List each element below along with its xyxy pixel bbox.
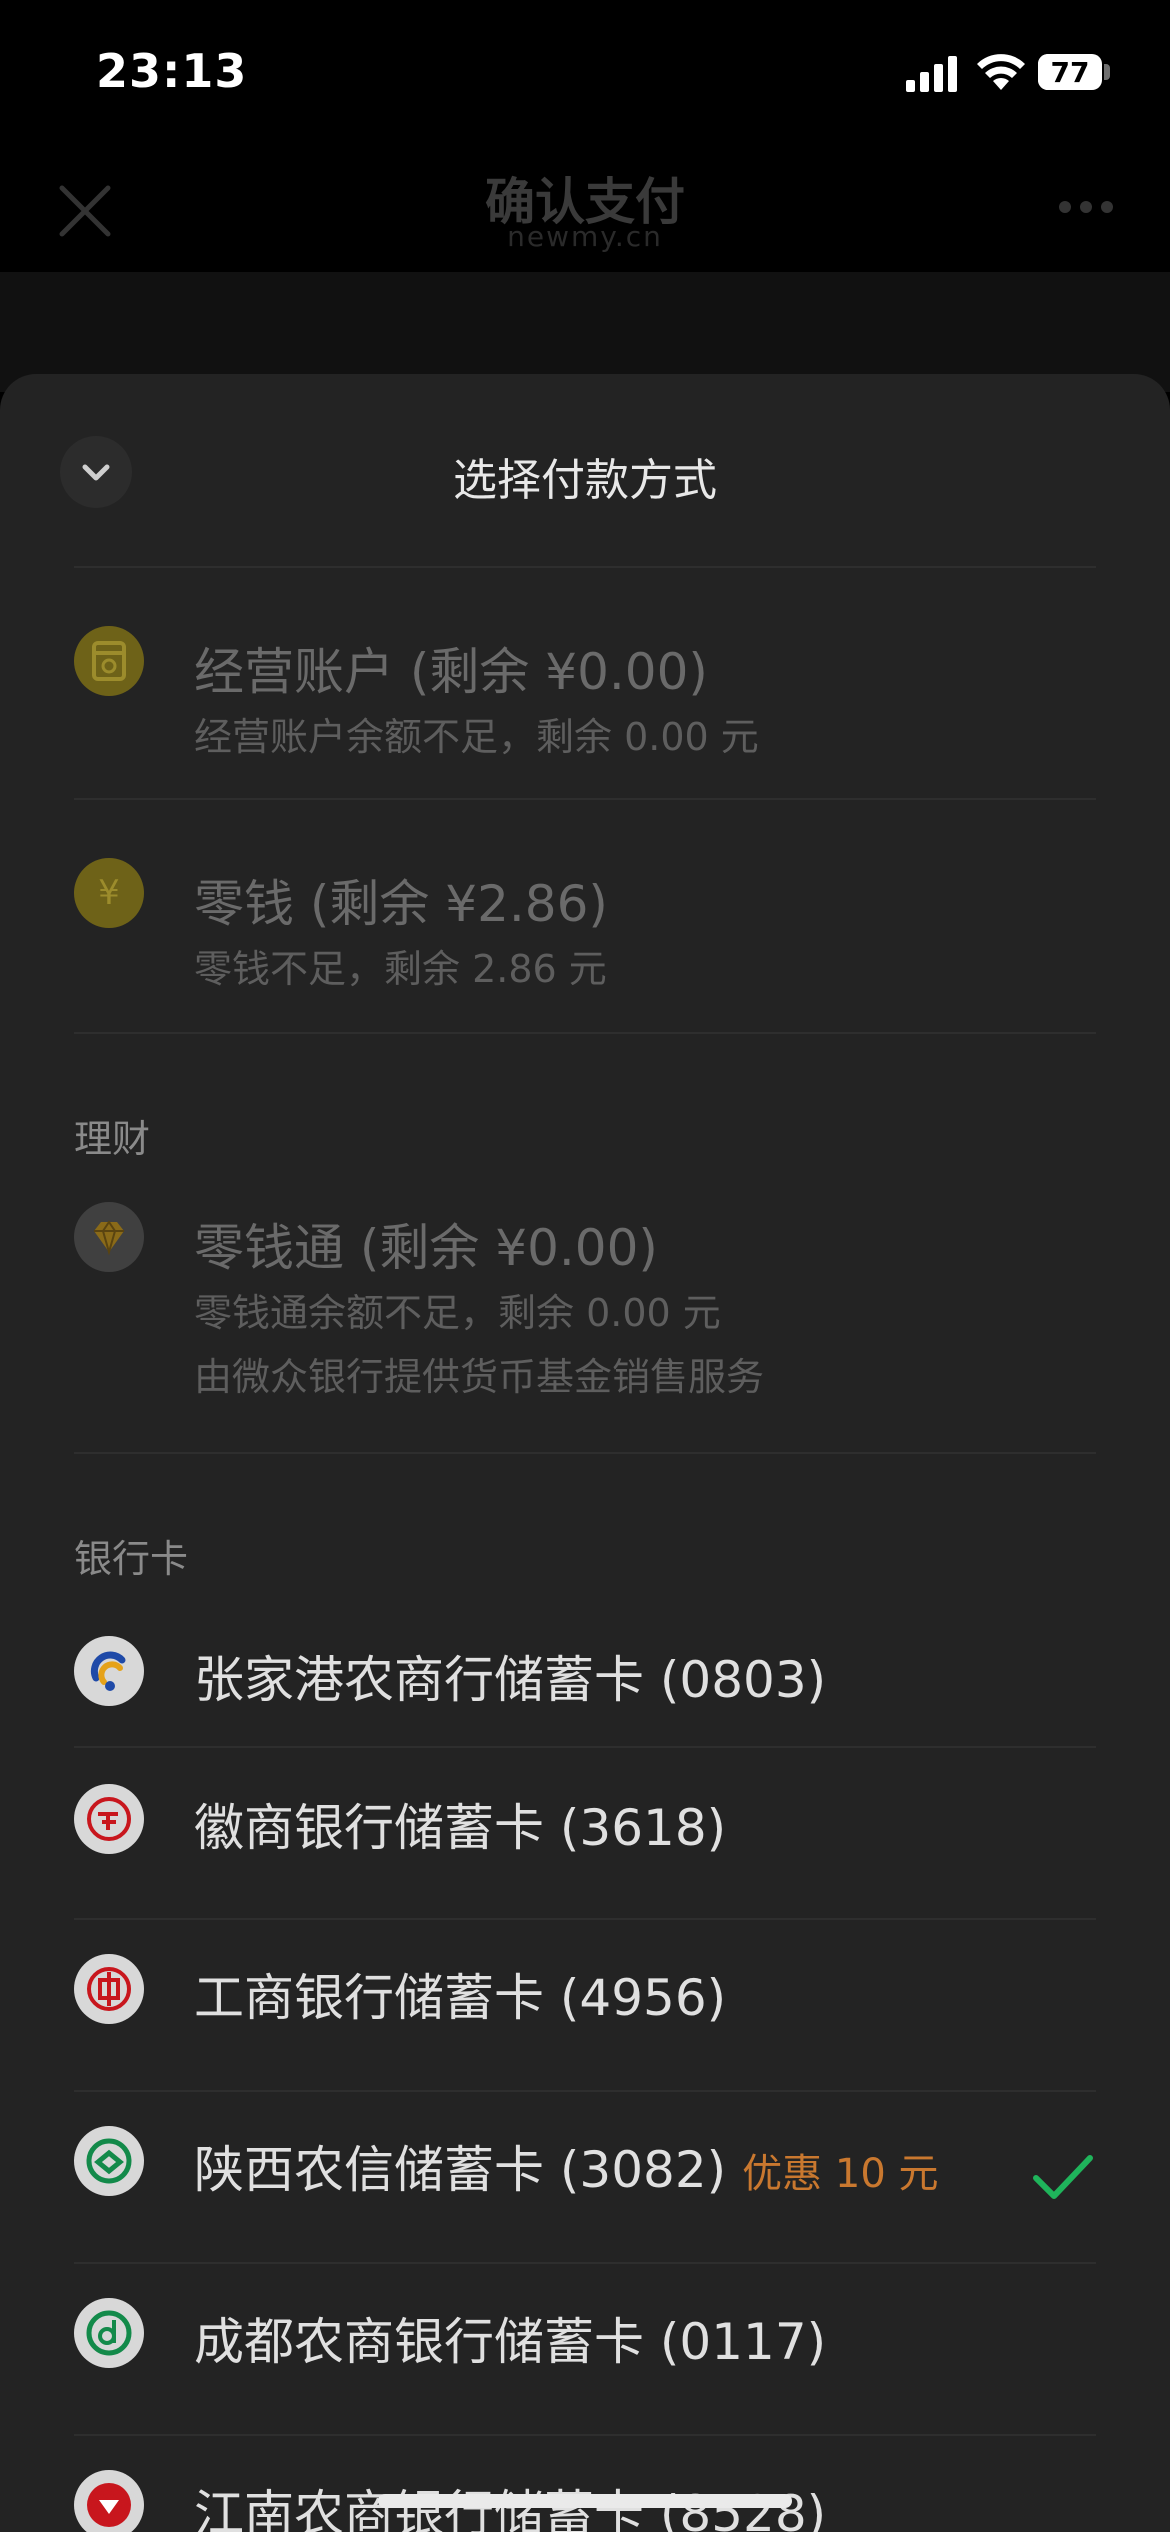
divider [74, 798, 1096, 800]
bank-card-option-selected[interactable]: 陕西农信储蓄卡 (3082) 优惠 10 元 [0, 2092, 1170, 2262]
business-account-icon [74, 626, 144, 696]
battery-icon: 77 [1038, 54, 1102, 90]
chengdu-rural-bank-logo-icon [74, 2298, 144, 2368]
option-subtitle: 经营账户余额不足，剩余 0.00 元 [194, 715, 759, 759]
payment-option-change[interactable]: ¥ 零钱 (剩余 ¥2.86) 零钱不足，剩余 2.86 元 [0, 844, 1170, 1004]
watermark-text: newmy.cn [507, 220, 663, 253]
section-label-bank-card: 银行卡 [74, 1537, 189, 1581]
payment-method-sheet: 选择付款方式 经营账户 (剩余 ¥0.00) 经营账户余额不足，剩余 0.00 … [0, 374, 1170, 2532]
zhangjiagang-bank-logo-icon [74, 1636, 144, 1706]
bank-card-option[interactable]: 张家港农商行储蓄卡 (0803) [0, 1596, 1170, 1736]
wifi-icon [977, 54, 1025, 90]
option-title: 经营账户 (剩余 ¥0.00) [194, 643, 708, 701]
bank-card-option[interactable]: 徽商银行储蓄卡 (3618) [0, 1748, 1170, 1918]
more-icon[interactable] [1058, 200, 1114, 214]
selected-check-icon [1033, 2155, 1093, 2199]
diamond-icon [74, 1202, 144, 1272]
shaanxi-rural-credit-logo-icon [74, 2126, 144, 2196]
bank-card-name: 徽商银行储蓄卡 (3618) [194, 1799, 727, 1857]
option-title: 零钱 (剩余 ¥2.86) [194, 875, 608, 933]
top-nav: 确认支付 newmy.cn [0, 140, 1170, 272]
bank-card-name: 陕西农信储蓄卡 (3082) 优惠 10 元 [194, 2130, 938, 2202]
bank-card-name-text: 陕西农信储蓄卡 (3082) [194, 2141, 727, 2199]
option-subtitle: 零钱不足，剩余 2.86 元 [194, 947, 607, 991]
svg-text:¥: ¥ [98, 873, 120, 913]
divider [74, 566, 1096, 568]
bank-card-option[interactable]: 江南农商银行储蓄卡 (8528) [0, 2436, 1170, 2532]
option-subtitle: 零钱通余额不足，剩余 0.00 元 [194, 1291, 721, 1335]
bank-card-option[interactable]: 成都农商银行储蓄卡 (0117) [0, 2264, 1170, 2434]
option-provider-note: 由微众银行提供货币基金销售服务 [194, 1355, 765, 1399]
change-coin-icon: ¥ [74, 858, 144, 928]
option-title: 零钱通 (剩余 ¥0.00) [194, 1219, 658, 1277]
status-time: 23:13 [96, 44, 248, 98]
home-indicator[interactable] [378, 2494, 792, 2508]
bank-card-option[interactable]: 工商银行储蓄卡 (4956) [0, 1920, 1170, 2090]
jiangnan-rural-bank-logo-icon [74, 2470, 144, 2532]
payment-option-lingqiantong[interactable]: 零钱通 (剩余 ¥0.00) 零钱通余额不足，剩余 0.00 元 由微众银行提供… [0, 1194, 1170, 1399]
huishang-bank-logo-icon [74, 1784, 144, 1854]
icbc-bank-logo-icon [74, 1954, 144, 2024]
sheet-title: 选择付款方式 [453, 455, 717, 506]
battery-percent: 77 [1050, 56, 1090, 89]
bank-card-name: 成都农商银行储蓄卡 (0117) [194, 2313, 827, 2371]
cellular-signal-icon [906, 56, 957, 92]
status-bar: 23:13 77 [0, 0, 1170, 140]
bank-card-name: 张家港农商行储蓄卡 (0803) [194, 1651, 827, 1709]
divider [74, 1032, 1096, 1034]
section-label-wealth: 理财 [74, 1117, 151, 1161]
divider [74, 1452, 1096, 1454]
promo-badge: 优惠 10 元 [742, 2151, 939, 2197]
bank-card-name: 工商银行储蓄卡 (4956) [194, 1969, 727, 2027]
battery-cap [1104, 64, 1110, 80]
payment-option-business-account[interactable]: 经营账户 (剩余 ¥0.00) 经营账户余额不足，剩余 0.00 元 [0, 610, 1170, 770]
